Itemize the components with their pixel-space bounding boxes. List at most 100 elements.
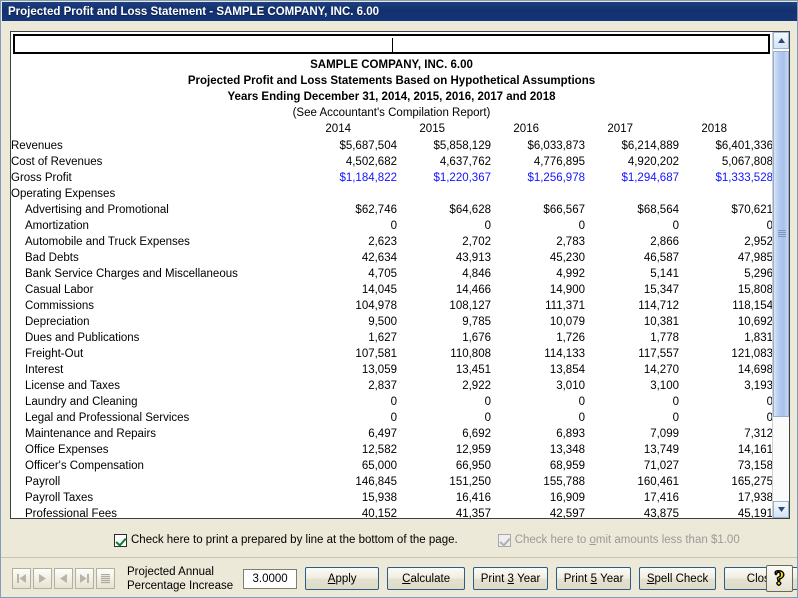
row-value: $5,858,129 (433, 140, 491, 152)
scrollbar-track[interactable] (773, 49, 789, 501)
row-value: 45,230 (549, 252, 585, 264)
print-5-year-button[interactable]: Print 5 Year (556, 567, 632, 590)
row-value: 10,692 (737, 316, 772, 328)
row-value: 17,416 (643, 492, 679, 504)
row-label: Payroll (25, 476, 61, 488)
row-value: 0 (390, 220, 397, 232)
row-label: Bad Debts (25, 252, 79, 264)
row-value: 13,059 (361, 364, 397, 376)
table-row[interactable]: Gross Profit $1,184,822 $1,220,367 $1,256,9… (11, 170, 772, 186)
omit-amounts-option: Check here to omit amounts less than $1.… (497, 533, 740, 547)
help-button[interactable]: ? (766, 565, 793, 592)
table-row[interactable]: Legal and Professional Services00000 (11, 410, 772, 426)
row-value: 0 (672, 412, 679, 424)
row-value: 0 (484, 396, 491, 408)
row-value (585, 186, 679, 202)
table-row[interactable]: Payroll Taxes 15,938 16,416 16,909 17,416 17,… (11, 490, 772, 506)
row-value: 114,133 (544, 348, 585, 360)
table-row[interactable]: Revenues $5,687,504 $5,858,129 $6,033,873 $6… (11, 138, 772, 154)
report-vertical-scrollbar[interactable] (772, 32, 789, 518)
row-label: Automobile and Truck Expenses (25, 236, 190, 248)
row-label: Bank Service Charges and Miscellaneous (25, 268, 238, 280)
table-row[interactable]: Automobile and Truck Expenses 2,623 2,702 2… (11, 234, 772, 250)
previous-record-button[interactable] (54, 568, 73, 589)
row-value: 10,381 (643, 316, 679, 328)
row-value: 111,371 (545, 300, 585, 312)
scrollbar-grip-icon (778, 230, 786, 238)
row-label: Revenues (11, 140, 63, 152)
percentage-increase-input[interactable] (243, 568, 298, 589)
row-value: 0 (484, 412, 491, 424)
row-value: 1,676 (462, 332, 491, 344)
table-row[interactable]: Maintenance and Repairs 6,497 6,692 6,893 7,… (11, 426, 772, 442)
last-record-button[interactable] (75, 568, 94, 589)
column-header-2015: 2015 (419, 123, 445, 135)
row-value: 13,348 (549, 444, 585, 456)
row-value: 114,712 (638, 300, 679, 312)
table-row[interactable]: Advertising and Promotional $62,746 $64,62… (11, 202, 772, 218)
list-view-button[interactable] (96, 568, 115, 589)
row-value: 165,275 (731, 476, 772, 488)
table-row[interactable]: Dues and Publications 1,627 1,676 1,726 1,77… (11, 330, 772, 346)
row-value: 2,702 (462, 236, 491, 248)
omit-amounts-label: Check here to omit amounts less than $1.… (514, 534, 740, 546)
table-row[interactable]: Interest 13,059 13,451 13,854 14,270 14,698 (11, 362, 772, 378)
row-value: $6,033,873 (527, 140, 585, 152)
print-prepared-by-checkbox[interactable] (114, 533, 127, 547)
table-header-row: 2014 2015 2016 2017 2018 (11, 121, 772, 138)
row-value: 0 (578, 412, 585, 424)
print-prepared-by-option[interactable]: Check here to print a prepared by line a… (114, 533, 458, 547)
report-edit-field[interactable] (13, 34, 770, 54)
scroll-down-icon[interactable] (773, 501, 789, 518)
row-value: $6,214,889 (621, 140, 679, 152)
row-value: 0 (578, 396, 585, 408)
table-row[interactable]: Bad Debts 42,634 43,913 45,230 46,587 47,985 (11, 250, 772, 266)
record-navigator (12, 568, 117, 589)
calculate-button[interactable]: Calculate (387, 567, 466, 590)
row-value: 0 (672, 396, 679, 408)
table-row[interactable]: Cost of Revenues 4,502,682 4,637,762 4,776,… (11, 154, 772, 170)
row-label: Payroll Taxes (25, 492, 94, 504)
scrollbar-thumb[interactable] (773, 51, 789, 417)
row-value: $1,333,528 (715, 172, 772, 184)
row-value: 6,893 (556, 428, 585, 440)
table-row[interactable]: Professional Fees 40,152 41,357 42,597 43,87… (11, 506, 772, 518)
table-row[interactable]: Operating Expenses (11, 186, 772, 202)
row-value: 9,785 (462, 316, 491, 328)
options-row: Check here to print a prepared by line a… (1, 528, 797, 552)
row-value: $64,628 (449, 204, 491, 216)
scroll-up-icon[interactable] (773, 32, 789, 49)
table-row[interactable]: Depreciation 9,500 9,785 10,079 10,381 10,692 (11, 314, 772, 330)
row-value: 68,959 (549, 460, 585, 472)
report-viewport: SAMPLE COMPANY, INC. 6.00 Projected Prof… (11, 32, 772, 518)
first-record-button[interactable] (12, 568, 31, 589)
row-value: 46,587 (643, 252, 679, 264)
table-row[interactable]: Bank Service Charges and Miscellaneous 4,… (11, 266, 772, 282)
column-header-2016: 2016 (513, 123, 539, 135)
print-prepared-by-label: Check here to print a prepared by line a… (131, 534, 458, 546)
print-3-year-button[interactable]: Print 3 Year (473, 567, 549, 590)
row-value: $70,621 (731, 204, 772, 216)
row-value: 0 (679, 410, 772, 426)
row-value: 4,502,682 (345, 156, 397, 168)
row-value: 5,141 (650, 268, 679, 280)
table-row[interactable]: Payroll 146,845 151,250 155,788 160,461 165,2… (11, 474, 772, 490)
row-value: 71,027 (643, 460, 679, 472)
table-row[interactable]: Laundry and Cleaning00000 (11, 394, 772, 410)
row-value: 42,597 (549, 508, 585, 518)
table-row[interactable]: Office Expenses 12,582 12,959 13,348 13,749 1… (11, 442, 772, 458)
table-row[interactable]: Amortization00000 (11, 218, 772, 234)
table-row[interactable]: License and Taxes 2,837 2,922 3,010 3,100 3,1… (11, 378, 772, 394)
table-row[interactable]: Officer's Compensation 65,000 66,950 68,959… (11, 458, 772, 474)
row-value: 107,581 (355, 348, 397, 360)
title-bar: Projected Profit and Loss Statement - SA… (2, 2, 797, 21)
next-record-button[interactable] (33, 568, 52, 589)
table-row[interactable]: Casual Labor 14,045 14,466 14,900 15,347 15,8… (11, 282, 772, 298)
row-value: $5,687,504 (339, 140, 397, 152)
spell-check-button[interactable]: Spell Check (639, 567, 716, 590)
row-value: 118,154 (732, 300, 772, 312)
row-value: 0 (484, 220, 491, 232)
table-row[interactable]: Freight-Out 107,581 110,808 114,133 117,557 1… (11, 346, 772, 362)
apply-button[interactable]: Apply (305, 567, 380, 590)
table-row[interactable]: Commissions 104,978 108,127 111,371 114,712 1… (11, 298, 772, 314)
